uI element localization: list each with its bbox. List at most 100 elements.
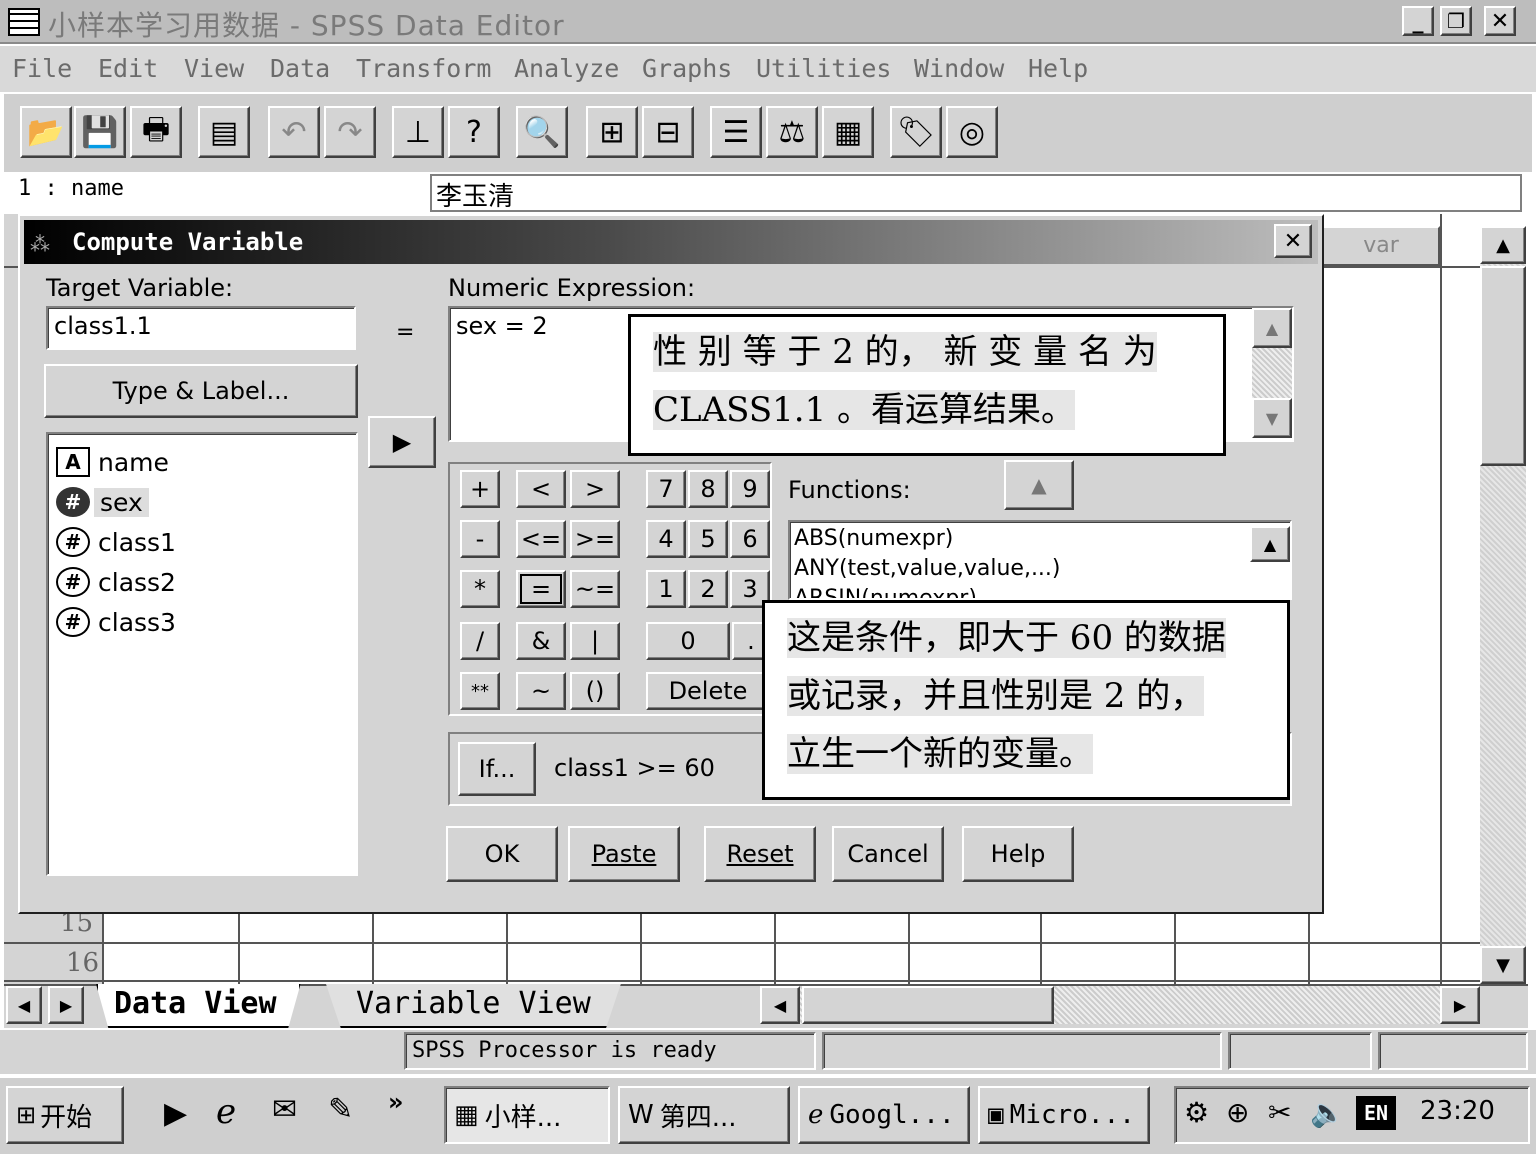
start-button[interactable]: ⊞ 开始 (6, 1086, 124, 1144)
key-not[interactable]: ~ (516, 672, 566, 710)
menu-help[interactable]: Help (1028, 54, 1088, 83)
close-window-button[interactable]: ✕ (1484, 6, 1516, 36)
maximize-button[interactable]: ❐ (1440, 6, 1472, 36)
tray-tool-icon[interactable]: ✂ (1268, 1096, 1291, 1129)
key-4[interactable]: 4 (646, 520, 686, 558)
tray-icon[interactable]: ⚙ (1184, 1096, 1209, 1129)
volume-icon[interactable]: 🔈 (1310, 1096, 1345, 1129)
goto-case-icon[interactable]: ⊥ (392, 106, 444, 158)
clock[interactable]: 23:20 (1420, 1096, 1495, 1126)
functions-scroll-up-icon[interactable]: ▲ (1250, 526, 1290, 562)
column-header-var[interactable]: var (1322, 226, 1440, 266)
network-icon[interactable]: ⊕ (1226, 1096, 1249, 1129)
menu-view[interactable]: View (184, 54, 244, 83)
vertical-scroll-thumb[interactable] (1480, 266, 1526, 466)
ok-button[interactable]: OK (446, 826, 558, 882)
value-labels-icon[interactable]: 🏷 (890, 106, 942, 158)
key-equals[interactable]: = (516, 570, 566, 608)
variables-info-icon[interactable]: ? (448, 106, 500, 158)
print-icon[interactable]: 🖶 (130, 106, 182, 158)
key-2[interactable]: 2 (688, 570, 728, 608)
if-button[interactable]: If... (458, 742, 536, 796)
list-item[interactable]: # class2 (56, 562, 176, 602)
scroll-up-arrow-icon[interactable]: ▲ (1480, 226, 1526, 264)
internet-explorer-icon[interactable]: ℯ (216, 1092, 236, 1132)
horizontal-scroll-thumb[interactable] (802, 986, 1054, 1024)
menu-data[interactable]: Data (270, 54, 330, 83)
dialog-recall-icon[interactable]: ▤ (198, 106, 250, 158)
menu-edit[interactable]: Edit (98, 54, 158, 83)
scroll-down-arrow-icon[interactable]: ▼ (1480, 946, 1526, 984)
insert-variable-icon[interactable]: ⊟ (642, 106, 694, 158)
task-microsoft[interactable]: ▣ Micro... (978, 1086, 1150, 1144)
task-google[interactable]: ℯ Googl... (798, 1086, 970, 1144)
list-item[interactable]: # class1 (56, 522, 176, 562)
weight-cases-icon[interactable]: ⚖ (766, 106, 818, 158)
task-spss[interactable]: ▦ 小样... (444, 1086, 610, 1144)
tab-scroll-left-icon[interactable]: ◀ (6, 986, 42, 1024)
menu-file[interactable]: File (12, 54, 72, 83)
cancel-button[interactable]: Cancel (832, 826, 944, 882)
task-word[interactable]: W 第四... (618, 1086, 790, 1144)
tab-variable-view[interactable]: Variable View (326, 984, 621, 1028)
menu-graphs[interactable]: Graphs (642, 54, 732, 83)
paste-button[interactable]: Paste (568, 826, 680, 882)
input-method-indicator[interactable]: EN (1356, 1096, 1396, 1130)
cell-value-editor[interactable]: 李玉清 (430, 174, 1522, 212)
key-or[interactable]: | (570, 622, 620, 660)
menu-window[interactable]: Window (914, 54, 1004, 83)
type-and-label-button[interactable]: Type & Label... (44, 364, 358, 418)
menu-transform[interactable]: Transform (356, 54, 491, 83)
move-right-arrow-icon[interactable]: ▶ (368, 416, 436, 468)
key-power[interactable]: ** (460, 672, 500, 710)
notepad-icon[interactable]: ✎ (328, 1092, 353, 1127)
find-icon[interactable]: 🔍 (516, 106, 568, 158)
key-divide[interactable]: / (460, 622, 500, 660)
show-desktop-icon[interactable]: ▶ (164, 1096, 187, 1131)
open-file-icon[interactable]: 📂 (20, 106, 72, 158)
key-less-than[interactable]: < (516, 470, 566, 508)
tab-scroll-right-icon[interactable]: ▶ (48, 986, 84, 1024)
more-quicklaunch-chevron[interactable]: » (388, 1088, 404, 1116)
menu-utilities[interactable]: Utilities (756, 54, 891, 83)
list-item[interactable]: ABS(numexpr) (794, 524, 1286, 554)
scroll-right-arrow-icon[interactable]: ▶ (1440, 986, 1480, 1024)
insert-case-icon[interactable]: ⊞ (586, 106, 638, 158)
expression-scroll-up-icon[interactable]: ▲ (1252, 308, 1292, 348)
list-item[interactable]: ANY(test,value,value,...) (794, 554, 1286, 584)
menu-analyze[interactable]: Analyze (514, 54, 619, 83)
reset-button[interactable]: Reset (704, 826, 816, 882)
target-variable-input[interactable]: class1.1 (46, 306, 356, 350)
minimize-button[interactable]: _ (1402, 6, 1434, 36)
outlook-express-icon[interactable]: ✉ (272, 1092, 297, 1127)
key-and[interactable]: & (516, 622, 566, 660)
save-icon[interactable]: 💾 (74, 106, 126, 158)
row-number[interactable]: 16 (66, 948, 99, 978)
key-plus[interactable]: + (460, 470, 500, 508)
key-9[interactable]: 9 (730, 470, 770, 508)
key-7[interactable]: 7 (646, 470, 686, 508)
key-delete[interactable]: Delete (646, 672, 770, 710)
list-item[interactable]: A name (56, 442, 176, 482)
list-item[interactable]: # sex (56, 482, 176, 522)
key-minus[interactable]: - (460, 520, 500, 558)
key-8[interactable]: 8 (688, 470, 728, 508)
key-not-equal[interactable]: ~= (570, 570, 620, 608)
undo-icon[interactable]: ↶ (268, 106, 320, 158)
paste-function-up-arrow-icon[interactable]: ▲ (1004, 460, 1074, 510)
key-parentheses[interactable]: () (570, 672, 620, 710)
key-1[interactable]: 1 (646, 570, 686, 608)
use-sets-icon[interactable]: ◎ (946, 106, 998, 158)
key-0[interactable]: 0 (646, 622, 730, 660)
tab-data-view[interactable]: Data View (96, 984, 301, 1028)
list-item[interactable]: ARSIN(numexpr) (794, 584, 1286, 598)
select-cases-icon[interactable]: ▦ (822, 106, 874, 158)
scroll-left-arrow-icon[interactable]: ◀ (760, 986, 800, 1024)
redo-icon[interactable]: ↷ (324, 106, 376, 158)
key-greater-equal[interactable]: >= (570, 520, 620, 558)
key-5[interactable]: 5 (688, 520, 728, 558)
help-button[interactable]: Help (962, 826, 1074, 882)
functions-list[interactable]: ABS(numexpr) ANY(test,value,value,...) A… (788, 520, 1292, 600)
key-multiply[interactable]: * (460, 570, 500, 608)
expression-scroll-down-icon[interactable]: ▼ (1252, 398, 1292, 438)
